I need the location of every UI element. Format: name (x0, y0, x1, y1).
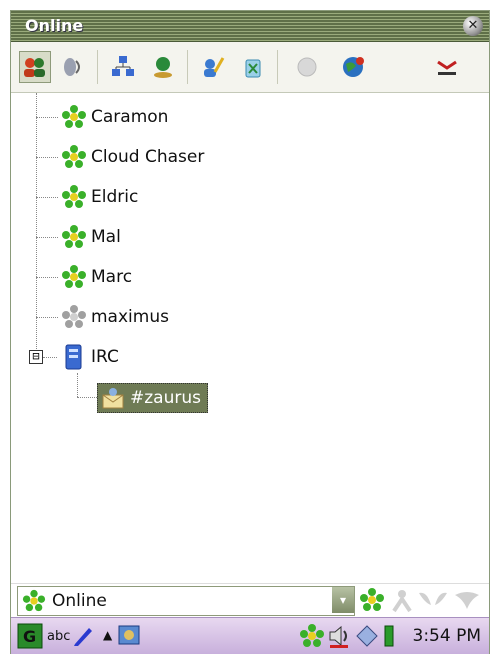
contact-name: Caramon (91, 107, 169, 127)
toolbar (11, 42, 489, 93)
toolbar-separator (187, 50, 188, 84)
tree-guide-line (36, 197, 58, 198)
clock[interactable]: 3:54 PM (413, 626, 482, 646)
disabled-icon (297, 57, 317, 77)
tree-guide-line (36, 317, 58, 318)
wings-icon[interactable] (417, 587, 449, 613)
user-globe-icon (154, 57, 172, 78)
network-button[interactable] (107, 51, 139, 83)
icq-online-icon (62, 225, 86, 248)
contact-tree: Caramon Cloud Chaser Eldric Mal Marc max… (11, 93, 489, 583)
keyboard-toggle[interactable]: ▲ (103, 628, 112, 642)
status-value: Online (52, 591, 107, 611)
keyboard-icon[interactable] (117, 623, 141, 647)
system-taskbar: G abc ▲ 3:54 PM (11, 617, 489, 654)
svg-text:G: G (23, 627, 36, 646)
channel-item-zaurus[interactable]: #zaurus (97, 383, 208, 413)
tree-guide-line (77, 373, 78, 397)
network-status-icon[interactable] (355, 624, 379, 648)
input-mode[interactable]: abc (47, 629, 70, 644)
icq-online-icon (62, 185, 86, 208)
edit-user-button[interactable] (197, 51, 229, 83)
sound-button[interactable] (57, 51, 89, 83)
delete-button[interactable] (237, 51, 269, 83)
group-item-irc[interactable]: IRC (61, 342, 119, 372)
disabled-button[interactable] (291, 51, 323, 83)
away-icon (437, 60, 457, 75)
contact-item[interactable]: Marc (61, 262, 132, 292)
tree-guide-line (36, 237, 58, 238)
user-globe-button[interactable] (147, 51, 179, 83)
icq-online-icon[interactable] (299, 623, 325, 649)
volume-icon[interactable] (327, 623, 353, 649)
battery-icon[interactable] (383, 624, 395, 648)
away-button[interactable] (431, 51, 463, 83)
title-bar: Online ✕ (11, 11, 489, 42)
contact-name: maximus (91, 307, 169, 327)
status-select[interactable]: Online ▾ (17, 586, 355, 616)
contact-name: Mal (91, 227, 121, 247)
start-menu-icon[interactable]: G (17, 623, 43, 649)
irc-server-icon (65, 344, 82, 370)
icq-online-icon (62, 265, 86, 288)
contact-item[interactable]: Caramon (61, 102, 168, 132)
channel-name: #zaurus (130, 388, 201, 408)
status-bar: Online ▾ (11, 583, 489, 618)
tree-guide-line (43, 357, 57, 358)
icq-offline-icon (62, 305, 86, 328)
tree-guide-line (77, 397, 97, 398)
pen-icon[interactable] (71, 624, 95, 648)
window-title: Online (25, 16, 84, 35)
toolbar-separator (97, 50, 98, 84)
contact-item[interactable]: maximus (61, 302, 169, 332)
contact-name: Cloud Chaser (91, 147, 205, 167)
delete-icon (245, 59, 261, 78)
irc-channel-icon (102, 388, 124, 409)
application-window: Online ✕ Caramon Cloud Chaser Eldric Mal… (10, 10, 490, 654)
edit-user-icon (204, 57, 225, 77)
close-button[interactable]: ✕ (463, 16, 483, 36)
icq-online-icon (62, 105, 86, 128)
icq-online-icon (62, 145, 86, 168)
person-icon[interactable] (389, 587, 415, 613)
contact-name: Marc (91, 267, 133, 287)
globe-button[interactable] (337, 51, 369, 83)
collapse-toggle[interactable]: ⊟ (29, 350, 43, 364)
tree-guide-line (36, 277, 58, 278)
tree-guide-line (36, 157, 58, 158)
chevron-down-icon[interactable]: ▾ (332, 587, 354, 613)
icq-online-icon (22, 589, 46, 612)
icq-online-icon[interactable] (359, 587, 385, 613)
contact-item[interactable]: Eldric (61, 182, 138, 212)
close-icon: ✕ (467, 18, 479, 33)
sound-icon (64, 58, 80, 76)
globe-icon (343, 57, 364, 77)
tree-guide-line (36, 117, 58, 118)
contacts-icon (24, 58, 45, 77)
contact-name: Eldric (91, 187, 139, 207)
show-contacts-button[interactable] (19, 51, 51, 83)
contact-item[interactable]: Cloud Chaser (61, 142, 204, 172)
network-icon (112, 56, 134, 76)
bird-icon[interactable] (453, 587, 481, 613)
group-name: IRC (91, 347, 119, 367)
contact-item[interactable]: Mal (61, 222, 121, 252)
toolbar-separator (277, 50, 278, 84)
